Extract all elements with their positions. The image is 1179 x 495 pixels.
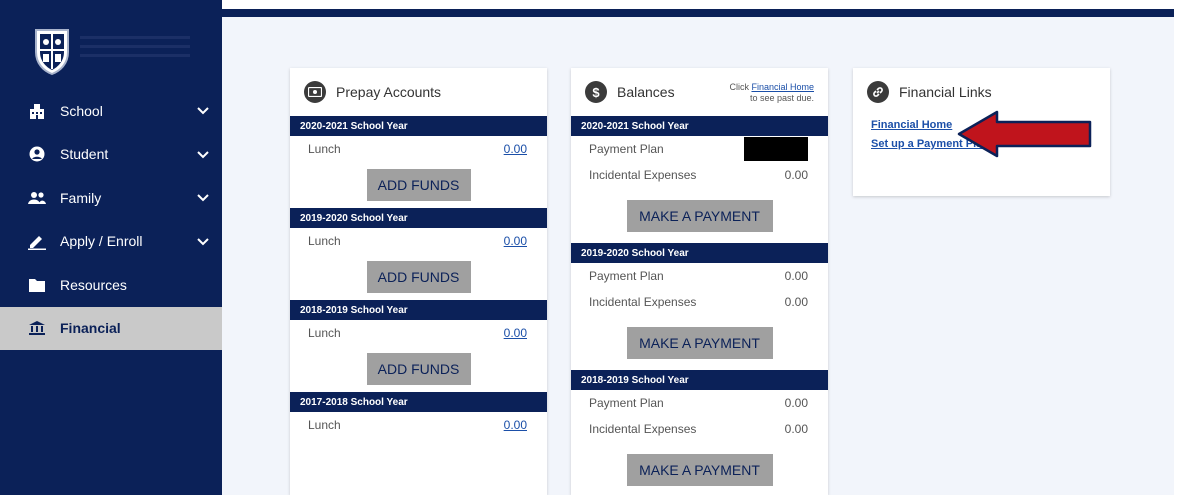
item-label: Incidental Expenses bbox=[589, 295, 697, 309]
amount-link[interactable]: 0.00 bbox=[504, 418, 527, 432]
list-item: Lunch 0.00 bbox=[290, 136, 547, 162]
sidebar: School Student Family Apply / Enroll Res… bbox=[0, 0, 222, 495]
redacted-amount bbox=[744, 137, 808, 161]
amount-value: 0.00 bbox=[784, 422, 808, 436]
make-payment-button[interactable]: MAKE A PAYMENT bbox=[626, 199, 773, 232]
top-bar bbox=[222, 9, 1174, 17]
item-label: Payment Plan bbox=[589, 269, 664, 283]
year-header: 2018-2019 School Year bbox=[290, 300, 547, 320]
button-row: ADD FUNDS bbox=[290, 346, 547, 392]
sidebar-item-student[interactable]: Student bbox=[0, 133, 222, 177]
prepay-accounts-card: Prepay Accounts 2020-2021 School Year Lu… bbox=[290, 68, 547, 495]
year-header: 2018-2019 School Year bbox=[571, 370, 828, 390]
chevron-down-icon[interactable] bbox=[196, 235, 210, 249]
item-label: Lunch bbox=[308, 326, 341, 340]
item-label: Payment Plan bbox=[589, 142, 664, 156]
sidebar-item-financial[interactable]: Financial bbox=[0, 306, 222, 350]
list-item: Lunch 0.00 bbox=[290, 412, 547, 438]
right-edge bbox=[1174, 9, 1179, 495]
sidebar-item-label: Resources bbox=[60, 276, 127, 293]
item-label: Lunch bbox=[308, 418, 341, 432]
sidebar-item-label: School bbox=[60, 102, 103, 119]
red-arrow-annotation bbox=[957, 110, 1092, 158]
card-title: Prepay Accounts bbox=[336, 84, 442, 100]
card-header: Financial Links bbox=[853, 68, 1110, 116]
add-funds-button[interactable]: ADD FUNDS bbox=[366, 353, 471, 385]
card-header: $ Balances Click Financial Home to see p… bbox=[571, 68, 828, 116]
logo-wordmark bbox=[80, 36, 190, 66]
cash-icon bbox=[304, 81, 326, 103]
person-icon bbox=[28, 145, 46, 163]
pencil-icon bbox=[28, 232, 46, 251]
list-item: Payment Plan 0.00 bbox=[571, 390, 828, 416]
building-icon bbox=[28, 102, 46, 120]
sidebar-item-resources[interactable]: Resources bbox=[0, 263, 222, 307]
amount-value: 0.00 bbox=[784, 396, 808, 410]
list-item: Lunch 0.00 bbox=[290, 228, 547, 254]
year-header: 2019-2020 School Year bbox=[290, 208, 547, 228]
year-header: 2020-2021 School Year bbox=[571, 116, 828, 136]
school-crest-logo[interactable] bbox=[32, 26, 72, 76]
past-due-hint: Click Financial Home to see past due. bbox=[729, 82, 814, 103]
sidebar-item-school[interactable]: School bbox=[0, 89, 222, 133]
item-label: Incidental Expenses bbox=[589, 168, 697, 182]
link-icon bbox=[867, 81, 889, 103]
amount-link[interactable]: 0.00 bbox=[504, 326, 527, 340]
sidebar-item-label: Student bbox=[60, 146, 109, 163]
item-label: Incidental Expenses bbox=[589, 422, 697, 436]
list-item: Lunch 0.00 bbox=[290, 320, 547, 346]
dollar-icon: $ bbox=[585, 81, 607, 103]
amount-value: 0.00 bbox=[784, 295, 808, 309]
button-row: MAKE A PAYMENT bbox=[571, 442, 828, 495]
make-payment-button[interactable]: MAKE A PAYMENT bbox=[626, 326, 773, 359]
item-label: Lunch bbox=[308, 234, 341, 248]
sidebar-item-label: Apply / Enroll bbox=[60, 233, 143, 250]
list-item: Incidental Expenses 0.00 bbox=[571, 416, 828, 442]
chevron-down-icon[interactable] bbox=[196, 104, 210, 118]
sidebar-item-family[interactable]: Family bbox=[0, 176, 222, 220]
card-header: Prepay Accounts bbox=[290, 68, 547, 116]
folder-icon bbox=[28, 276, 46, 294]
year-header: 2019-2020 School Year bbox=[571, 243, 828, 263]
add-funds-button[interactable]: ADD FUNDS bbox=[366, 261, 471, 293]
button-row: ADD FUNDS bbox=[290, 162, 547, 208]
chevron-down-icon[interactable] bbox=[196, 148, 210, 162]
chevron-down-icon[interactable] bbox=[196, 191, 210, 205]
sidebar-item-apply-enroll[interactable]: Apply / Enroll bbox=[0, 220, 222, 264]
list-item: Payment Plan 0.00 bbox=[571, 263, 828, 289]
year-header: 2017-2018 School Year bbox=[290, 392, 547, 412]
sidebar-item-label: Family bbox=[60, 189, 102, 206]
bank-icon bbox=[28, 319, 46, 337]
sidebar-item-label: Financial bbox=[60, 320, 121, 337]
amount-value: 0.00 bbox=[784, 269, 808, 283]
amount-link[interactable]: 0.00 bbox=[504, 234, 527, 248]
item-label: Payment Plan bbox=[589, 396, 664, 410]
financial-home-hint-link[interactable]: Financial Home bbox=[751, 82, 814, 92]
amount-value: 0.00 bbox=[784, 168, 808, 182]
item-label: Lunch bbox=[308, 142, 341, 156]
list-item: Incidental Expenses 0.00 bbox=[571, 162, 828, 188]
make-payment-button[interactable]: MAKE A PAYMENT bbox=[626, 453, 773, 486]
button-row: ADD FUNDS bbox=[290, 254, 547, 300]
add-funds-button[interactable]: ADD FUNDS bbox=[366, 169, 471, 201]
balances-card: $ Balances Click Financial Home to see p… bbox=[571, 68, 828, 495]
list-item: Payment Plan bbox=[571, 136, 828, 162]
group-icon bbox=[28, 189, 46, 207]
card-title: Financial Links bbox=[899, 84, 992, 100]
year-header: 2020-2021 School Year bbox=[290, 116, 547, 136]
sidebar-nav: School Student Family Apply / Enroll Res… bbox=[0, 89, 222, 350]
card-title: Balances bbox=[617, 84, 675, 100]
button-row: MAKE A PAYMENT bbox=[571, 315, 828, 370]
button-row: MAKE A PAYMENT bbox=[571, 188, 828, 243]
amount-link[interactable]: 0.00 bbox=[504, 142, 527, 156]
list-item: Incidental Expenses 0.00 bbox=[571, 289, 828, 315]
